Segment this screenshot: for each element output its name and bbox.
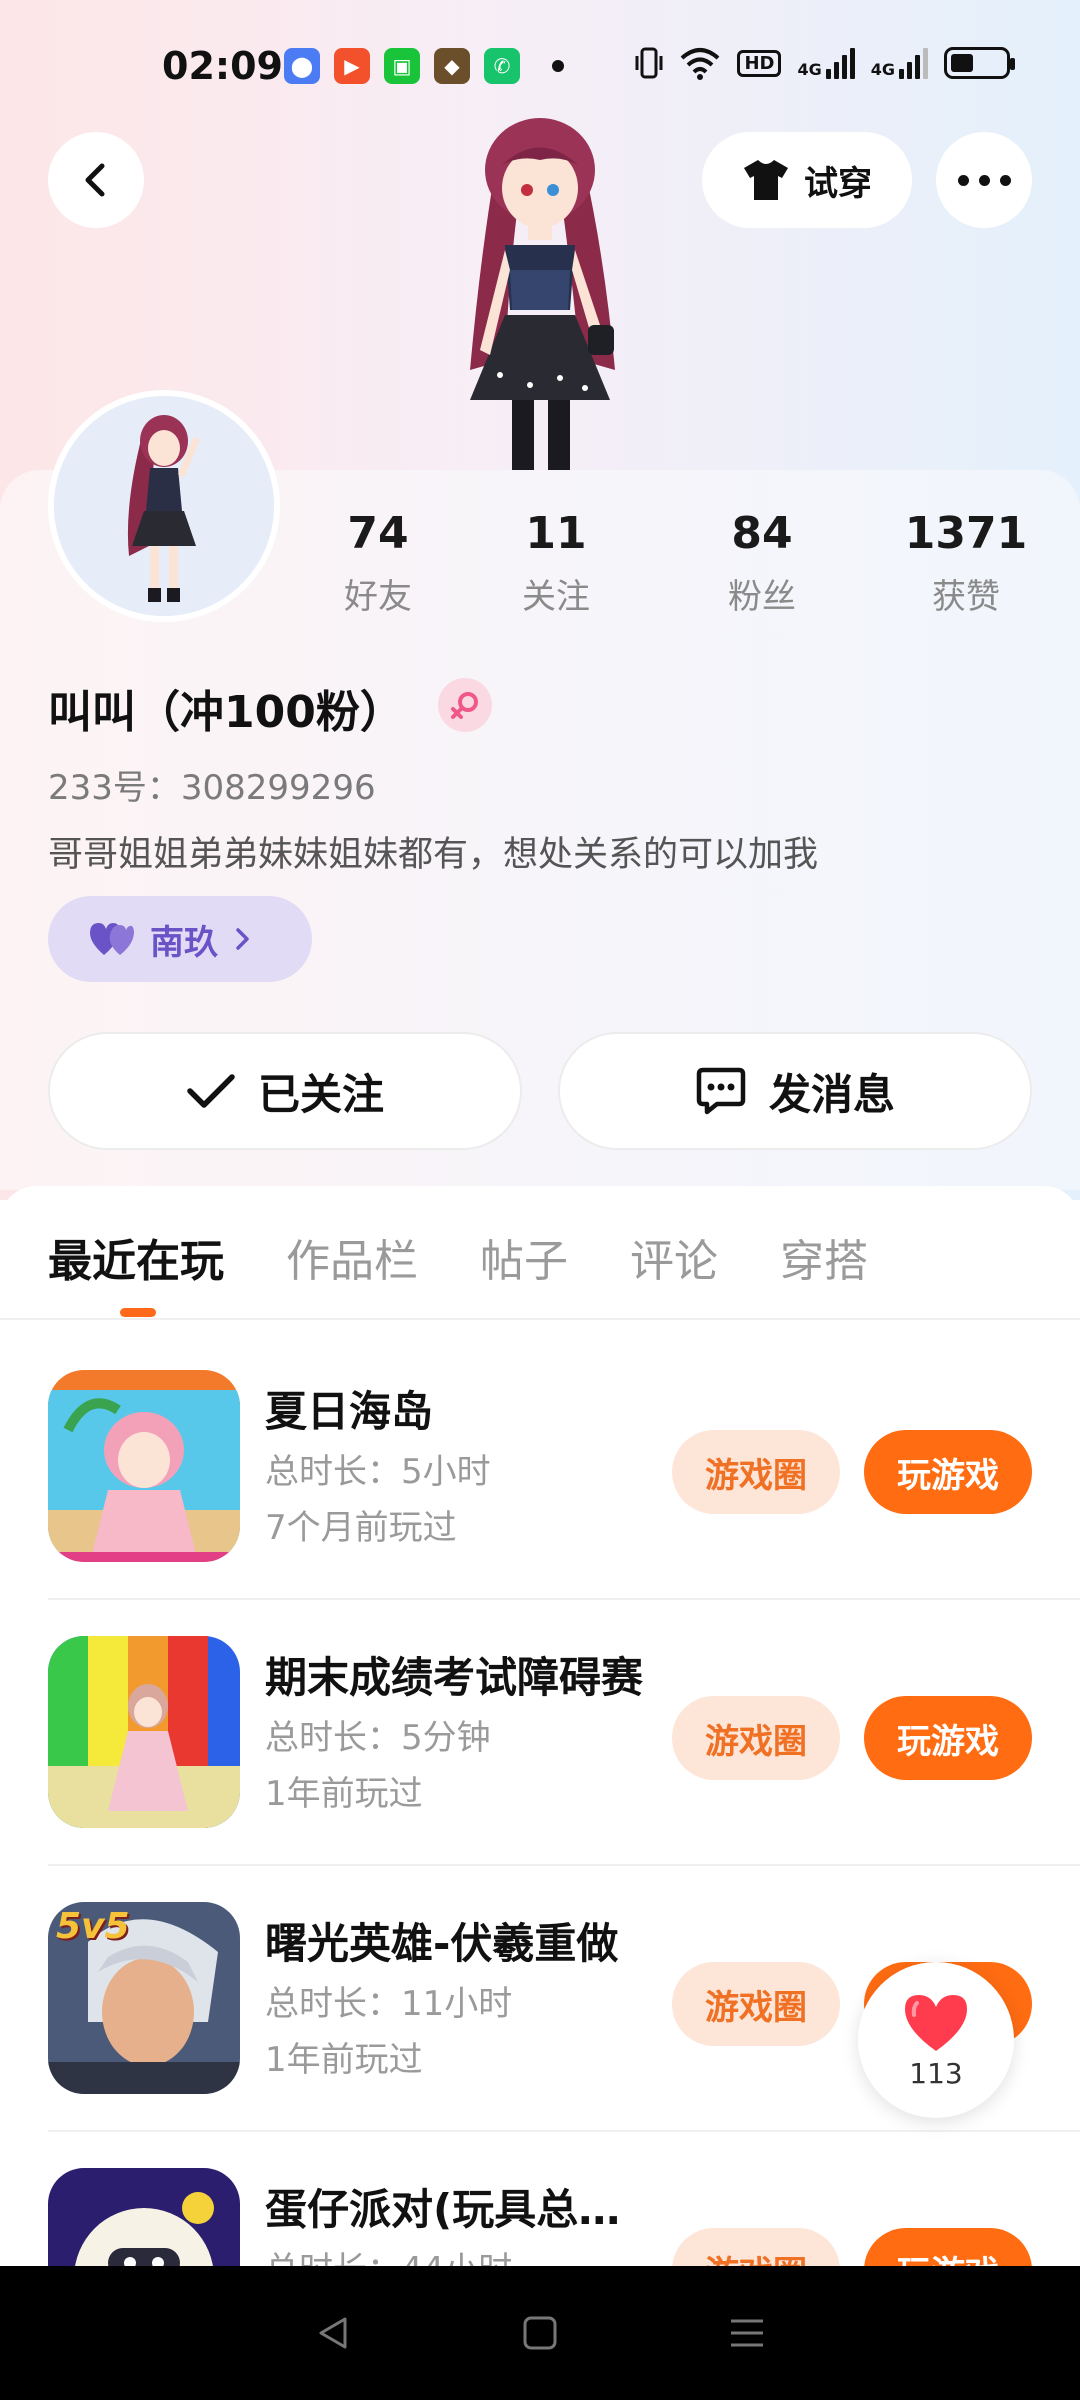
chevron-left-icon (85, 163, 105, 197)
nav-back-icon[interactable] (313, 2313, 353, 2353)
stat-following[interactable]: 11 关注 (466, 508, 646, 618)
try-on-button[interactable]: 试穿 (702, 132, 912, 228)
phone-icon: ✆ (484, 48, 520, 84)
profile-tabs: 最近在玩 作品栏 帖子 评论 穿搭 (48, 1225, 868, 1289)
stat-fans-label: 粉丝 (728, 577, 796, 617)
back-button[interactable] (48, 132, 144, 228)
game-circle-button[interactable]: 游戏圈 (672, 1696, 840, 1780)
check-icon (187, 1074, 235, 1108)
game-list-item[interactable]: 期末成绩考试障碍赛 总时长：5分钟 1年前玩过 游戏圈 玩游戏 (0, 1600, 1080, 1866)
game-icon-dawn-heroes: 5v5 (48, 1902, 240, 2094)
game-badge: 5v5 (56, 1906, 130, 1947)
profile-avatar[interactable] (48, 390, 280, 622)
system-indicators: HD 4G 4G (635, 46, 1015, 80)
game-title: 蛋仔派对(玩具总动... (265, 2185, 655, 2234)
baidu-icon: ⬤ (284, 48, 320, 84)
tab-recently-played[interactable]: 最近在玩 (48, 1225, 224, 1289)
game-duration: 总时长：5分钟 (265, 1718, 491, 1758)
game-title: 曙光英雄-伏羲重做 (265, 1919, 619, 1968)
game-last-played: 1年前玩过 (265, 2040, 423, 2080)
tab-posts[interactable]: 帖子 (480, 1225, 568, 1289)
nav-recents-icon[interactable] (727, 2313, 767, 2353)
hd-badge: HD (737, 49, 782, 77)
follow-button[interactable]: 已关注 (48, 1032, 522, 1150)
battery-icon (944, 47, 1015, 79)
stat-following-label: 关注 (522, 577, 590, 617)
play-game-button[interactable]: 玩游戏 (864, 1696, 1032, 1780)
game-list-item[interactable]: 夏日海岛 总时长：5小时 7个月前玩过 游戏圈 玩游戏 (0, 1334, 1080, 1600)
profile-bio: 哥哥姐姐弟弟妹妹姐妹都有，想处关系的可以加我 (48, 835, 819, 875)
stat-likes[interactable]: 1371 获赞 (876, 508, 1056, 618)
signal-1: 4G (797, 47, 855, 79)
game-icon-summer-island (48, 1370, 240, 1562)
stat-following-count: 11 (525, 508, 587, 559)
try-on-label: 试穿 (804, 163, 872, 204)
active-tab-indicator (120, 1308, 156, 1317)
stat-friends-count: 74 (347, 508, 409, 559)
avatar-figure (54, 396, 274, 616)
stat-friends[interactable]: 74 好友 (288, 508, 468, 618)
more-button[interactable] (936, 132, 1032, 228)
like-floating-button[interactable]: 113 (858, 1962, 1014, 2118)
tshirt-icon (744, 160, 788, 200)
more-icon (957, 174, 1011, 186)
profile-nickname: 叫叫（冲100粉） (48, 687, 404, 738)
stat-fans[interactable]: 84 粉丝 (672, 508, 852, 618)
female-gender-icon (438, 678, 492, 732)
heart-icon (905, 1994, 967, 2051)
double-heart-icon (90, 923, 134, 955)
vibrate-icon (635, 47, 663, 79)
video-icon: ▶ (334, 48, 370, 84)
play-game-button[interactable]: 玩游戏 (864, 1430, 1032, 1514)
game-title: 期末成绩考试障碍赛 (265, 1653, 644, 1702)
signal-2: 4G (871, 47, 928, 79)
message-label: 发消息 (768, 1069, 895, 1119)
tab-works[interactable]: 作品栏 (286, 1225, 418, 1289)
tab-outfits[interactable]: 穿搭 (780, 1225, 868, 1289)
cp-relationship-button[interactable]: 南玖 (48, 896, 312, 982)
game-last-played: 7个月前玩过 (265, 1508, 457, 1548)
stat-likes-label: 获赞 (932, 577, 1000, 617)
game-icon: ◆ (434, 48, 470, 84)
game-duration: 总时长：5小时 (265, 1452, 491, 1492)
chevron-right-icon (236, 928, 249, 950)
game-duration: 总时长：11小时 (265, 1984, 513, 2024)
wifi-icon (681, 48, 720, 80)
stat-likes-count: 1371 (904, 508, 1028, 559)
notification-icons: ⬤ ▶ ▣ ◆ ✆ (284, 48, 564, 84)
profile-uid: 233号：308299296 (48, 768, 376, 808)
stat-fans-count: 84 (731, 508, 793, 559)
game-title: 夏日海岛 (265, 1387, 434, 1436)
game-icon-exam-obstacle (48, 1636, 240, 1828)
system-navigation-bar (0, 2266, 1080, 2400)
more-notifications-dot (552, 60, 564, 72)
game-last-played: 1年前玩过 (265, 1774, 423, 1814)
status-time: 02:09 (162, 44, 283, 88)
game-circle-button[interactable]: 游戏圈 (672, 1430, 840, 1514)
tab-comments[interactable]: 评论 (630, 1225, 718, 1289)
store-icon: ▣ (384, 48, 420, 84)
chat-bubble-icon (696, 1067, 746, 1115)
tab-divider (0, 1318, 1080, 1320)
cp-name: 南玖 (150, 922, 218, 963)
message-button[interactable]: 发消息 (558, 1032, 1032, 1150)
follow-label: 已关注 (257, 1069, 384, 1119)
stat-friends-label: 好友 (344, 577, 412, 617)
avatar-3d-character (470, 118, 615, 470)
nav-home-icon[interactable] (520, 2313, 560, 2353)
like-count: 113 (909, 2056, 963, 2090)
game-circle-button[interactable]: 游戏圈 (672, 1962, 840, 2046)
